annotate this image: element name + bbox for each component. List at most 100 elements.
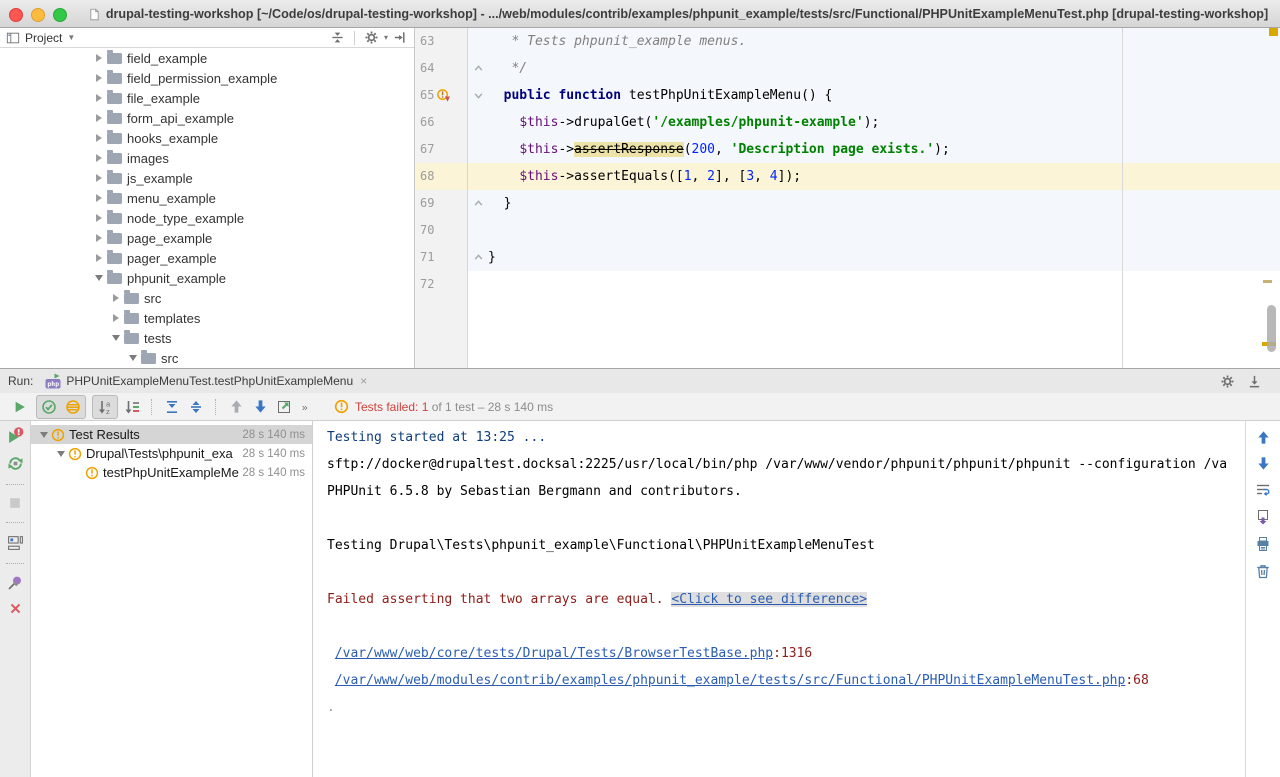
chevron-right-icon[interactable] bbox=[96, 134, 102, 142]
print-icon[interactable] bbox=[1255, 536, 1271, 552]
test-console-output[interactable]: Testing started at 13:25 ...sftp://docke… bbox=[313, 421, 1245, 777]
import-results-button[interactable] bbox=[272, 396, 296, 418]
code-text[interactable]: */ bbox=[488, 55, 1280, 82]
zoom-window-button[interactable] bbox=[53, 8, 67, 22]
project-tree-item-src[interactable]: src bbox=[0, 348, 414, 368]
close-tab-icon[interactable]: × bbox=[360, 374, 367, 388]
chevron-down-icon[interactable] bbox=[112, 335, 120, 341]
project-tree-item-tests[interactable]: tests bbox=[0, 328, 414, 348]
fold-marker-icon[interactable] bbox=[473, 198, 484, 209]
down-stack-icon[interactable] bbox=[1256, 456, 1271, 471]
project-tree-item-node_type_example[interactable]: node_type_example bbox=[0, 208, 414, 228]
chevron-down-icon[interactable] bbox=[95, 275, 103, 281]
editor-line-64[interactable]: 64 */ bbox=[415, 55, 1280, 82]
project-tree-item-hooks_example[interactable]: hooks_example bbox=[0, 128, 414, 148]
code-text[interactable]: $this->drupalGet('/examples/phpunit-exam… bbox=[488, 109, 1280, 136]
gear-icon[interactable] bbox=[1220, 374, 1235, 389]
rerun-icon[interactable] bbox=[7, 455, 24, 472]
editor-empty-area[interactable] bbox=[468, 298, 1280, 368]
project-tree-item-form_api_example[interactable]: form_api_example bbox=[0, 108, 414, 128]
chevron-right-icon[interactable] bbox=[96, 194, 102, 202]
code-editor[interactable]: 63 * Tests phpunit_example menus.64 */65… bbox=[415, 28, 1280, 368]
chevron-down-icon[interactable]: ▼ bbox=[67, 33, 75, 42]
run-configuration-tab[interactable]: php PHPUnitExampleMenuTest.testPhpUnitEx… bbox=[39, 369, 373, 393]
hide-panel-icon[interactable] bbox=[393, 30, 408, 45]
code-text[interactable] bbox=[488, 271, 1280, 298]
next-failed-button[interactable] bbox=[248, 396, 272, 418]
code-text[interactable]: } bbox=[488, 244, 1280, 271]
chevron-down-icon[interactable] bbox=[40, 432, 48, 438]
project-tree-item-field_permission_example[interactable]: field_permission_example bbox=[0, 68, 414, 88]
rerun-failed-icon[interactable] bbox=[7, 427, 24, 444]
project-tree-item-templates[interactable]: templates bbox=[0, 308, 414, 328]
editor-line-72[interactable]: 72 bbox=[415, 271, 1280, 298]
test-tree-row[interactable]: testPhpUnitExampleMe28 s 140 ms bbox=[31, 463, 312, 482]
chevron-right-icon[interactable] bbox=[96, 74, 102, 82]
project-tree-item-js_example[interactable]: js_example bbox=[0, 168, 414, 188]
console-link[interactable]: <Click to see difference> bbox=[671, 592, 867, 607]
collapse-all-icon[interactable] bbox=[330, 30, 345, 45]
code-text[interactable]: public function testPhpUnitExampleMenu()… bbox=[488, 82, 1280, 109]
chevron-right-icon[interactable] bbox=[113, 314, 119, 322]
code-text[interactable]: $this->assertResponse(200, 'Description … bbox=[488, 136, 1280, 163]
project-tree-item-menu_example[interactable]: menu_example bbox=[0, 188, 414, 208]
chevron-down-icon[interactable]: ▾ bbox=[384, 33, 388, 42]
project-tree-item-images[interactable]: images bbox=[0, 148, 414, 168]
show-passed-button[interactable] bbox=[37, 396, 61, 418]
trash-icon[interactable] bbox=[1255, 563, 1271, 579]
code-text[interactable] bbox=[488, 217, 1280, 244]
code-text[interactable]: * Tests phpunit_example menus. bbox=[488, 28, 1280, 55]
chevron-right-icon[interactable] bbox=[96, 154, 102, 162]
chevron-right-icon[interactable] bbox=[96, 94, 102, 102]
chevron-right-icon[interactable] bbox=[113, 294, 119, 302]
restore-layout-icon[interactable] bbox=[7, 534, 24, 551]
show-ignored-button[interactable] bbox=[61, 396, 85, 418]
test-failed-gutter-icon[interactable] bbox=[436, 88, 451, 103]
editor-line-70[interactable]: 70 bbox=[415, 217, 1280, 244]
project-tree-item-src[interactable]: src bbox=[0, 288, 414, 308]
fold-gutter[interactable] bbox=[468, 244, 488, 271]
code-text[interactable]: } bbox=[488, 190, 1280, 217]
chevron-right-icon[interactable] bbox=[96, 214, 102, 222]
editor-line-65[interactable]: 65 public function testPhpUnitExampleMen… bbox=[415, 82, 1280, 109]
fold-gutter[interactable] bbox=[468, 82, 488, 109]
chevron-right-icon[interactable] bbox=[96, 54, 102, 62]
expand-all-button[interactable] bbox=[160, 396, 184, 418]
project-tree-item-file_example[interactable]: file_example bbox=[0, 88, 414, 108]
console-link[interactable]: /var/www/web/modules/contrib/examples/ph… bbox=[335, 673, 1126, 688]
test-tree-row[interactable]: Test Results28 s 140 ms bbox=[31, 425, 312, 444]
editor-line-66[interactable]: 66 $this->drupalGet('/examples/phpunit-e… bbox=[415, 109, 1280, 136]
chevron-right-icon[interactable] bbox=[96, 254, 102, 262]
scrollbar-warning-mark[interactable] bbox=[1263, 280, 1272, 283]
test-tree-row[interactable]: Drupal\Tests\phpunit_exa28 s 140 ms bbox=[31, 444, 312, 463]
editor-scrollbar-thumb[interactable] bbox=[1267, 305, 1276, 352]
stop-icon[interactable] bbox=[8, 496, 22, 510]
code-text[interactable]: $this->assertEquals([1, 2], [3, 4]); bbox=[488, 163, 1280, 190]
chevron-right-icon[interactable] bbox=[96, 174, 102, 182]
scroll-end-icon[interactable] bbox=[1255, 509, 1271, 525]
soft-wrap-icon[interactable] bbox=[1255, 482, 1271, 498]
sort-alpha-button[interactable]: az bbox=[92, 395, 118, 419]
prev-failed-button[interactable] bbox=[224, 396, 248, 418]
editor-line-69[interactable]: 69 } bbox=[415, 190, 1280, 217]
editor-line-67[interactable]: 67 $this->assertResponse(200, 'Descripti… bbox=[415, 136, 1280, 163]
inspection-status-square[interactable] bbox=[1269, 28, 1278, 36]
minimize-window-button[interactable] bbox=[31, 8, 45, 22]
collapse-all-button[interactable] bbox=[184, 396, 208, 418]
minimize-panel-icon[interactable] bbox=[1247, 374, 1262, 389]
chevron-right-icon[interactable] bbox=[96, 234, 102, 242]
up-stack-icon[interactable] bbox=[1256, 430, 1271, 445]
editor-line-68[interactable]: 68 $this->assertEquals([1, 2], [3, 4]); bbox=[415, 163, 1280, 190]
editor-line-63[interactable]: 63 * Tests phpunit_example menus. bbox=[415, 28, 1280, 55]
chevron-right-icon[interactable] bbox=[96, 114, 102, 122]
fold-marker-icon[interactable] bbox=[473, 90, 484, 101]
editor-line-71[interactable]: 71} bbox=[415, 244, 1280, 271]
fold-gutter[interactable] bbox=[468, 190, 488, 217]
pin-icon[interactable] bbox=[7, 575, 23, 591]
more-button[interactable]: » bbox=[296, 396, 320, 418]
project-tree-item-field_example[interactable]: field_example bbox=[0, 48, 414, 68]
fold-gutter[interactable] bbox=[468, 55, 488, 82]
close-window-button[interactable] bbox=[9, 8, 23, 22]
close-icon[interactable] bbox=[9, 602, 22, 615]
project-tree-item-phpunit_example[interactable]: phpunit_example bbox=[0, 268, 414, 288]
